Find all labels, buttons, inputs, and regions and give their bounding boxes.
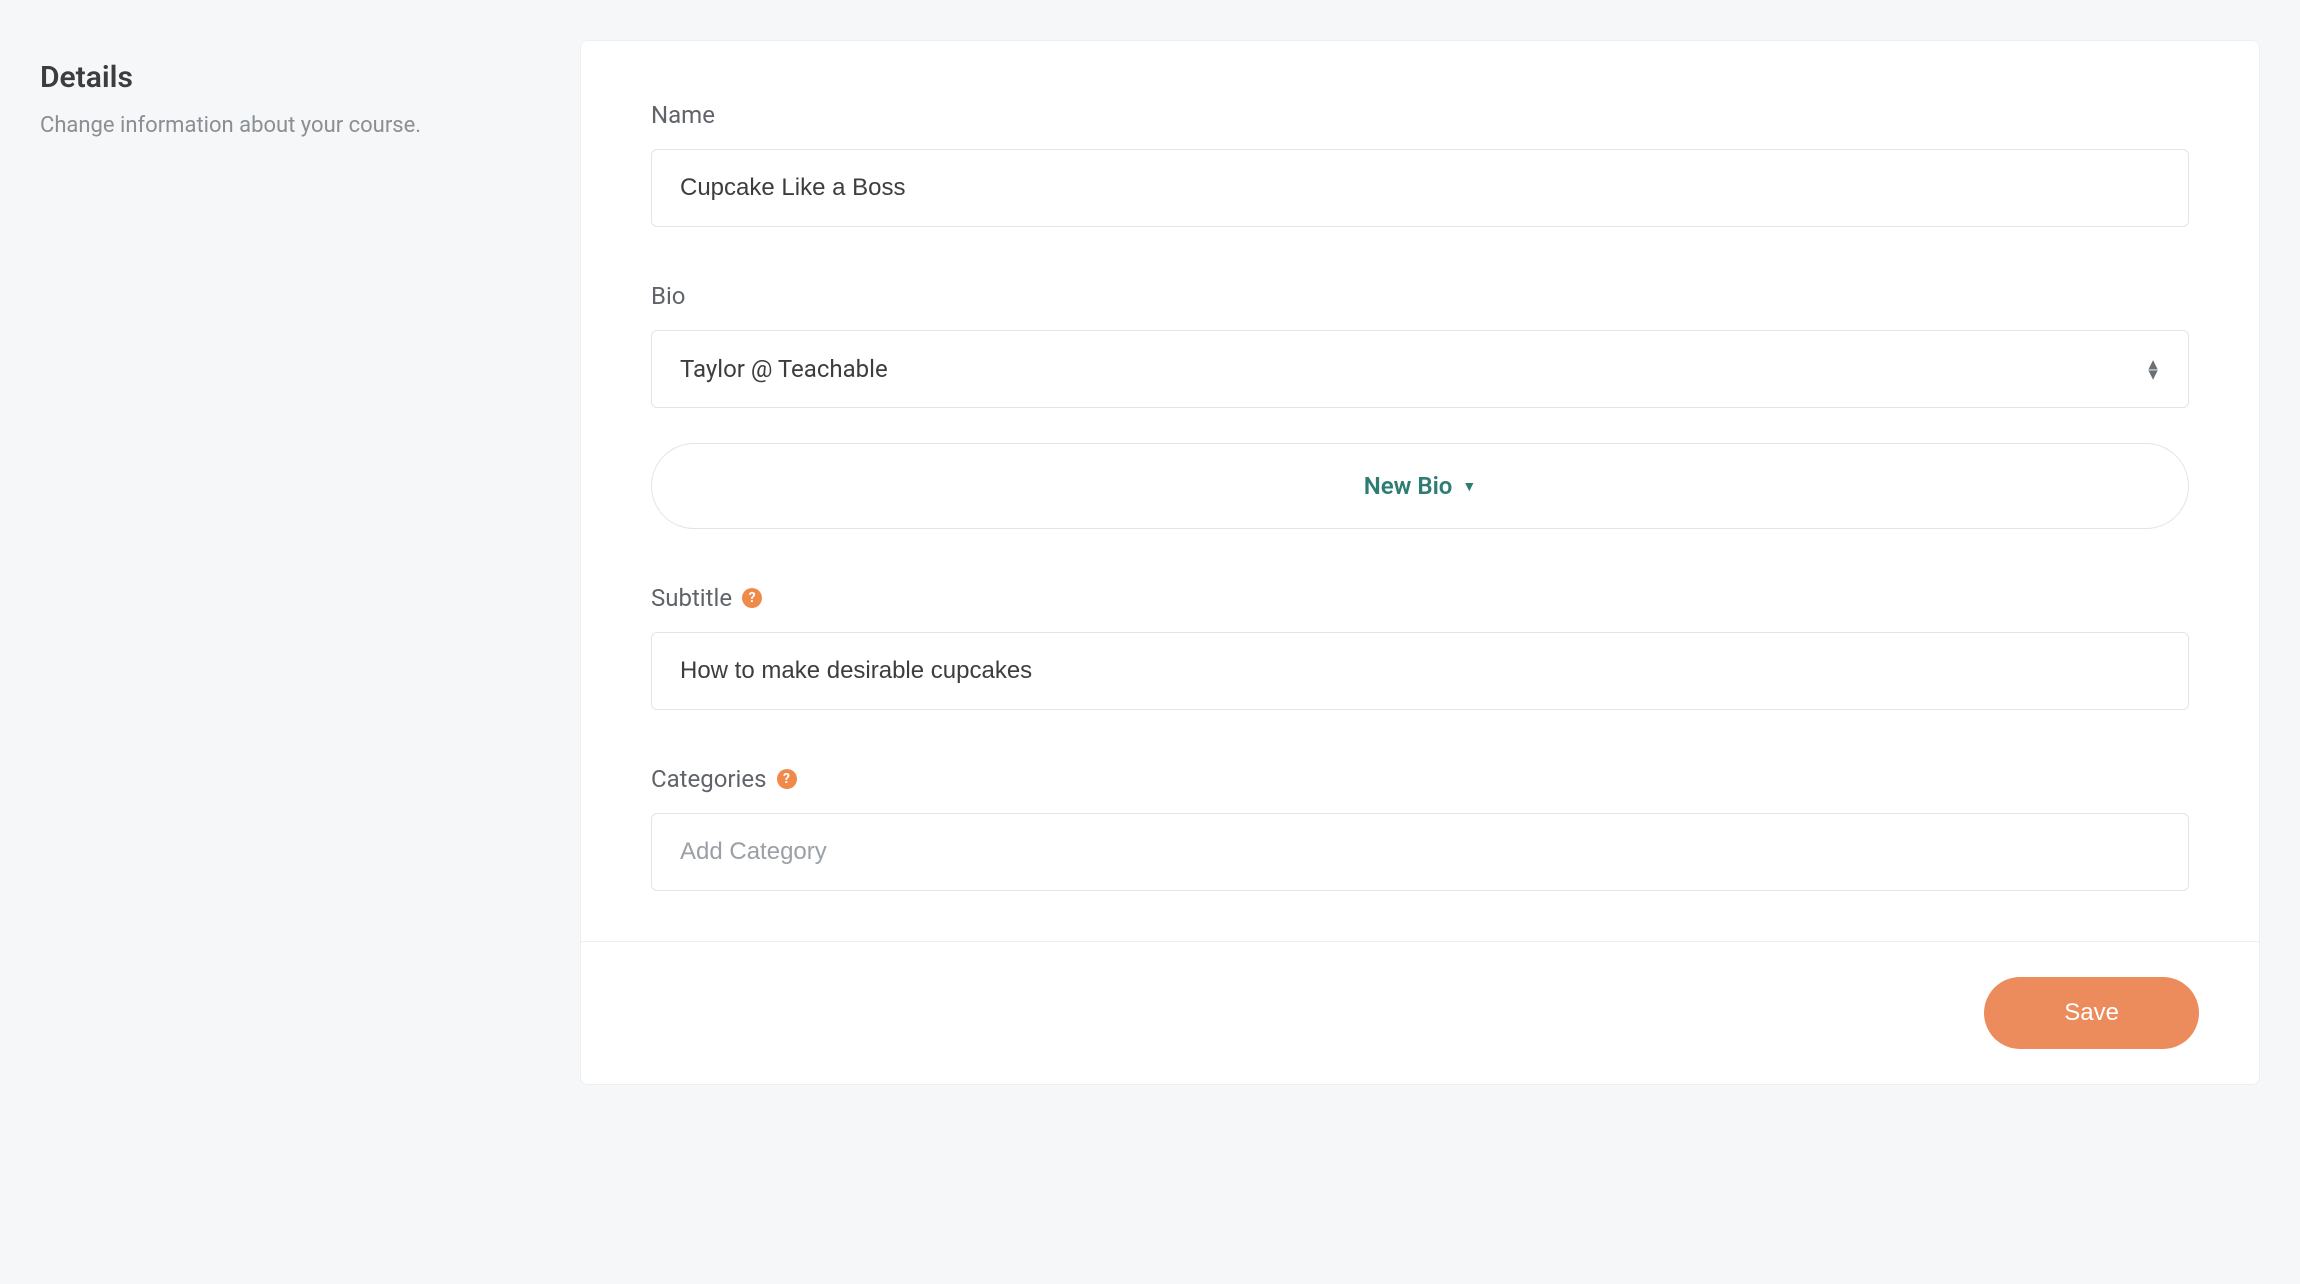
categories-label-row: Categories ?	[651, 765, 2189, 793]
field-bio: Bio Taylor @ Teachable ▲▼ New Bio ▼	[651, 282, 2189, 529]
field-name: Name	[651, 101, 2189, 227]
help-icon[interactable]: ?	[742, 588, 762, 608]
name-input[interactable]	[651, 149, 2189, 227]
field-subtitle: Subtitle ?	[651, 584, 2189, 710]
details-sidebar: Details Change information about your co…	[40, 40, 580, 138]
chevron-down-icon: ▼	[1462, 478, 1476, 495]
details-card: Name Bio Taylor @ Teachable ▲▼ New Bio ▼…	[580, 40, 2260, 1085]
bio-label: Bio	[651, 282, 2189, 310]
save-button[interactable]: Save	[1984, 977, 2199, 1049]
field-categories: Categories ?	[651, 765, 2189, 891]
card-body: Name Bio Taylor @ Teachable ▲▼ New Bio ▼…	[581, 41, 2259, 941]
subtitle-label-row: Subtitle ?	[651, 584, 2189, 612]
bio-select[interactable]: Taylor @ Teachable	[651, 330, 2189, 408]
subtitle-label: Subtitle	[651, 584, 732, 612]
details-description: Change information about your course.	[40, 113, 540, 138]
name-label: Name	[651, 101, 2189, 129]
new-bio-label: New Bio	[1364, 472, 1453, 500]
card-footer: Save	[581, 941, 2259, 1084]
new-bio-button[interactable]: New Bio ▼	[651, 443, 2189, 529]
categories-label: Categories	[651, 765, 767, 793]
help-icon[interactable]: ?	[777, 769, 797, 789]
bio-select-wrap: Taylor @ Teachable ▲▼	[651, 330, 2189, 408]
details-title: Details	[40, 60, 540, 95]
categories-input[interactable]	[651, 813, 2189, 891]
subtitle-input[interactable]	[651, 632, 2189, 710]
page-root: Details Change information about your co…	[0, 0, 2300, 1125]
